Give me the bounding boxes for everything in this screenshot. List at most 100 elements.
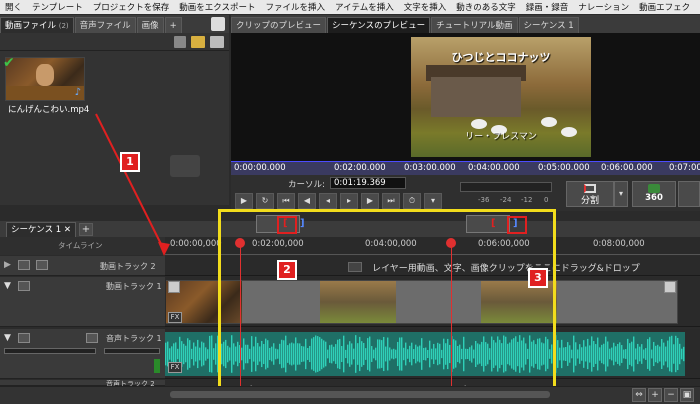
split-icon — [584, 184, 596, 193]
skip-start-button[interactable]: ⏮ — [277, 193, 295, 209]
preview-tick: 0:06:00.000 — [601, 163, 653, 173]
track-name: 動画トラック 2 — [100, 262, 156, 271]
step-back-button[interactable]: ◂ — [319, 193, 337, 209]
fx-icon[interactable]: FX — [168, 312, 182, 323]
horizontal-scrollbar[interactable] — [170, 391, 550, 398]
out-marker-icon: ] — [513, 218, 518, 229]
meter-tick: -12 — [521, 196, 533, 204]
speaker-icon[interactable] — [18, 333, 30, 343]
media-file-name: にんげんこわい.mp4 — [8, 105, 90, 115]
tab-sequence-label: シーケンス 1 — [11, 225, 62, 235]
media-thumbnail[interactable]: ♪ — [5, 57, 85, 101]
list-view-icon[interactable] — [210, 36, 224, 48]
menu-template[interactable]: テンプレート — [27, 1, 88, 13]
track-header-audio-1[interactable]: ▼ 音声トラック 1 — [0, 329, 165, 379]
annotation-badge-3: 3 — [528, 268, 548, 288]
tab-sequence-1[interactable]: シーケンス 1 — [518, 17, 579, 33]
preview-tick: 0:05:00.000 — [538, 163, 590, 173]
menu-insert-file[interactable]: ファイルを挿入 — [261, 1, 331, 13]
menu-narration[interactable]: ナレーション — [573, 1, 634, 13]
marker-toolbar-icon: ] — [300, 218, 305, 229]
tab-tutorial[interactable]: チュートリアル動画 — [431, 17, 518, 33]
split-label: 分割 — [580, 196, 599, 206]
menu-insert-text[interactable]: 文字を挿入 — [399, 1, 452, 13]
in-playhead-handle[interactable] — [235, 238, 245, 248]
media-toolbar — [0, 33, 229, 51]
marker-toolbar-right[interactable] — [466, 215, 510, 233]
eye-icon[interactable] — [18, 260, 30, 270]
video-subtitle: リー・フレスマン — [465, 132, 537, 142]
fit-icon[interactable]: ⇔ — [632, 388, 646, 402]
media-tabs: 動画ファイル (2) 音声ファイル 画像 + — [0, 15, 229, 33]
close-icon[interactable]: ✕ — [64, 225, 71, 235]
preview-ruler[interactable]: 0:00:00.000 0:02:00.000 0:03:00.000 0:04… — [231, 161, 700, 175]
fx-icon[interactable]: FX — [168, 362, 182, 373]
zoom-icon[interactable] — [86, 333, 98, 343]
check-icon: ✔ — [3, 55, 15, 71]
preview-tick: 0:03:00.000 — [404, 163, 456, 173]
in-playhead[interactable] — [240, 242, 241, 390]
highlight-box — [218, 209, 556, 399]
zoom-out-icon[interactable]: − — [664, 388, 678, 402]
play-button[interactable]: ▶ — [235, 193, 253, 209]
out-playhead-handle[interactable] — [446, 238, 456, 248]
split-dropdown[interactable]: ▾ — [614, 181, 628, 207]
fade-out-icon[interactable] — [664, 281, 676, 293]
menu-insert-item[interactable]: アイテムを挿入 — [330, 1, 399, 13]
preview-tick: 0:04:00.000 — [468, 163, 520, 173]
annotation-badge-1: 1 — [120, 152, 140, 172]
folder-icon[interactable] — [191, 36, 205, 48]
preview-tick: 0:00:00.000 — [234, 163, 286, 173]
360-button[interactable]: 360 — [632, 181, 676, 207]
cursor-label: カーソル: — [288, 180, 325, 190]
tab-add[interactable]: + — [164, 17, 182, 33]
collapse-icon[interactable]: ▼ — [4, 333, 11, 343]
zoom-in-icon[interactable]: + — [648, 388, 662, 402]
volume-slider[interactable] — [4, 348, 96, 354]
menu-export-video[interactable]: 動画をエクスポート — [174, 1, 260, 13]
tab-images[interactable]: 画像 — [136, 17, 164, 33]
more-button[interactable]: ▾ — [424, 193, 442, 209]
skip-end-button[interactable]: ⏭ — [382, 193, 400, 209]
menu-motion-text[interactable]: 動きのある文字 — [451, 1, 521, 13]
meter-tick: -36 — [478, 196, 490, 204]
expand-icon[interactable]: ▶ — [4, 260, 11, 270]
pan-slider[interactable] — [104, 348, 160, 354]
track-name: 音声トラック 1 — [106, 334, 162, 343]
prev-frame-button[interactable]: ◀ — [298, 193, 316, 209]
tab-audio-files[interactable]: 音声ファイル — [74, 17, 136, 33]
menu-save-project[interactable]: プロジェクトを保存 — [88, 1, 175, 13]
cursor-position[interactable]: 0:01:19.369 — [330, 177, 406, 189]
trash-icon[interactable] — [174, 36, 186, 48]
import-icon[interactable] — [211, 17, 225, 31]
zoom-reset-icon[interactable]: ▣ — [680, 388, 694, 402]
out-playhead[interactable] — [451, 242, 452, 390]
tab-sequence-preview[interactable]: シーケンスのプレビュー — [327, 17, 431, 33]
menu-bar: 開く テンプレート プロジェクトを保存 動画をエクスポート ファイルを挿入 アイ… — [0, 0, 700, 14]
fade-in-icon[interactable] — [168, 281, 180, 293]
ruler-tick: 0:08:00,000 — [593, 239, 645, 249]
extra-tool-button[interactable] — [678, 181, 700, 207]
lock-icon[interactable] — [36, 260, 48, 270]
360-icon — [648, 184, 660, 193]
collapse-icon[interactable]: ▼ — [4, 281, 11, 291]
tab-clip-preview[interactable]: クリップのプレビュー — [231, 17, 327, 33]
loop-button[interactable]: ↻ — [256, 193, 274, 209]
preview-video[interactable]: ひつじとココナッツ リー・フレスマン — [411, 37, 591, 157]
split-button[interactable]: 分割 — [566, 181, 614, 207]
preview-tabs: クリップのプレビュー シーケンスのプレビュー チュートリアル動画 シーケンス 1 — [231, 15, 700, 33]
eye-icon[interactable] — [18, 281, 30, 291]
menu-video-effects[interactable]: 動画エフェク — [634, 1, 695, 13]
menu-record[interactable]: 録画・録音 — [521, 1, 574, 13]
meter-tick: 0 — [544, 196, 549, 204]
speed-button[interactable]: ⏱ — [403, 193, 421, 209]
tab-video-files[interactable]: 動画ファイル (2) — [0, 17, 74, 33]
track-header-video-1[interactable]: ▼ 動画トラック 1 — [0, 277, 165, 327]
step-forward-button[interactable]: ▸ — [340, 193, 358, 209]
next-frame-button[interactable]: ▶ — [361, 193, 379, 209]
menu-open[interactable]: 開く — [0, 1, 27, 13]
level-meter — [460, 182, 552, 192]
video-title: ひつじとココナッツ — [451, 51, 551, 64]
tab-sequence[interactable]: シーケンス 1 ✕ — [6, 222, 77, 237]
annotation-arrow — [95, 113, 170, 256]
